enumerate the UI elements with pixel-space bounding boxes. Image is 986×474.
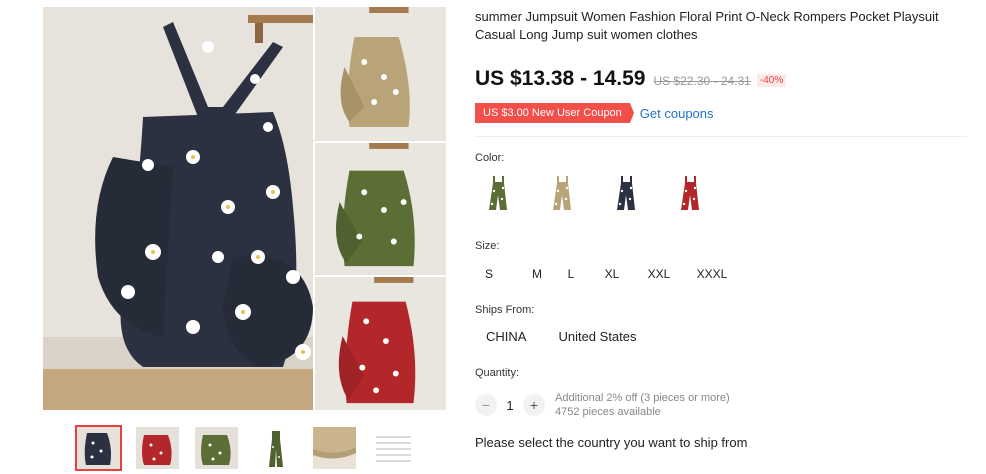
coupon-row: US $3.00 New User Coupon Get coupons	[475, 103, 714, 123]
product-title: summer Jumpsuit Women Fashion Floral Pri…	[475, 9, 939, 42]
thumbnail-strip	[75, 425, 417, 471]
size-option-xxl[interactable]: XXL	[639, 263, 679, 285]
new-user-coupon-badge[interactable]: US $3.00 New User Coupon	[475, 103, 634, 123]
red-overalls-image	[670, 173, 710, 213]
quantity-value[interactable]: 1	[497, 398, 523, 413]
size-options: S M L XL XXL XXXL	[475, 263, 735, 285]
navy-overalls-image	[606, 173, 646, 213]
ships-from-china[interactable]: CHINA	[486, 327, 526, 347]
ships-from-options: CHINA United States	[475, 327, 637, 347]
size-option-xl[interactable]: XL	[595, 263, 629, 285]
size-option-xxxl[interactable]: XXXL	[689, 263, 735, 285]
get-coupons-link[interactable]: Get coupons	[640, 106, 714, 121]
stock-available: 4752 pieces available	[555, 406, 661, 418]
side-image-khaki[interactable]	[313, 7, 446, 140]
thumbnail-2[interactable]	[134, 425, 181, 471]
color-label: Color:	[475, 152, 505, 164]
thumb-black-image	[77, 427, 120, 469]
quantity-increase-button[interactable]: +	[523, 394, 545, 416]
color-swatch-navy[interactable]	[603, 170, 649, 216]
quantity-decrease-button[interactable]: −	[475, 394, 497, 416]
thumb-red-image	[136, 427, 179, 469]
color-swatch-red[interactable]	[667, 170, 713, 216]
ships-from-united-states[interactable]: United States	[558, 327, 636, 347]
discount-badge: -40%	[756, 74, 787, 87]
quantity-label: Quantity:	[475, 367, 520, 379]
thumb-khaki-detail-image	[313, 427, 356, 469]
thumbnail-6[interactable]	[370, 425, 417, 471]
size-option-l[interactable]: L	[557, 263, 585, 285]
side-image-green[interactable]	[313, 141, 446, 274]
thumb-size-chart-image	[372, 427, 415, 469]
thumb-green-flat-image	[254, 427, 297, 469]
thumbnail-1[interactable]	[75, 425, 122, 471]
thumbnail-4[interactable]	[252, 425, 299, 471]
quantity-notes: Additional 2% off (3 pieces or more) 475…	[555, 391, 730, 419]
side-image-column	[313, 7, 446, 410]
size-option-s[interactable]: S	[475, 263, 503, 285]
size-label: Size:	[475, 240, 500, 252]
shipping-country-message: Please select the country you want to sh…	[475, 435, 748, 450]
original-price: US $22.30 - 24.31	[653, 74, 751, 88]
green-overalls-image	[478, 173, 518, 213]
side-image-red[interactable]	[313, 275, 446, 410]
color-swatch-green[interactable]	[475, 170, 521, 216]
khaki-overalls-image	[542, 173, 582, 213]
thumb-green-image	[195, 427, 238, 469]
floral-overalls-red-photo	[315, 277, 446, 410]
current-price: US $13.38 - 14.59	[475, 67, 646, 90]
color-swatch-khaki[interactable]	[539, 170, 585, 216]
bulk-discount-note: Additional 2% off (3 pieces or more)	[555, 392, 730, 404]
floral-overalls-green-photo	[315, 143, 446, 274]
divider	[475, 136, 967, 137]
thumbnail-3[interactable]	[193, 425, 240, 471]
size-option-m[interactable]: M	[517, 263, 557, 285]
quantity-stepper: − 1 + Additional 2% off (3 pieces or mor…	[475, 391, 730, 419]
color-swatches	[475, 170, 713, 216]
floral-overalls-khaki-photo	[315, 7, 446, 140]
thumbnail-5[interactable]	[311, 425, 358, 471]
ships-from-label: Ships From:	[475, 304, 535, 316]
price-row: US $13.38 - 14.59 US $22.30 - 24.31 -40%	[475, 67, 787, 91]
